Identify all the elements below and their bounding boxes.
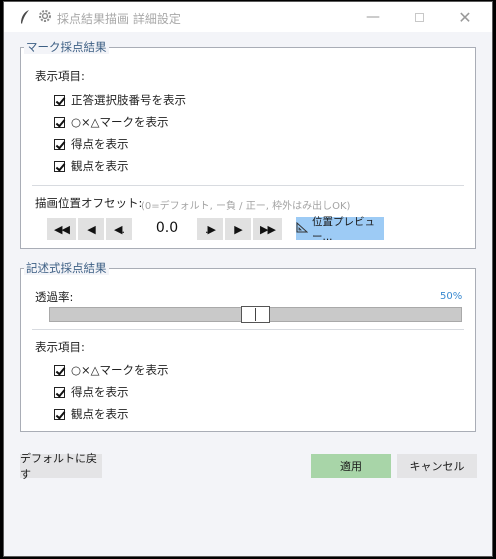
position-preview-button[interactable]: 位置プレビュー... bbox=[296, 216, 384, 243]
apply-button-label: 適用 bbox=[340, 460, 362, 473]
settings-window: 採点結果描画 詳細設定 — ✕ マーク採点結果 表示項目: 正答選択肢番号を表示… bbox=[3, 1, 493, 557]
offset-fine-forward-button[interactable]: .▶ bbox=[197, 218, 223, 240]
checkbox-show-answer-number[interactable]: 正答選択肢番号を表示 bbox=[54, 92, 186, 108]
cancel-button[interactable]: キャンセル bbox=[397, 454, 477, 478]
feather-icon bbox=[19, 9, 31, 28]
cancel-button-label: キャンセル bbox=[409, 460, 465, 473]
offset-forward-button[interactable]: ▶ bbox=[225, 218, 251, 240]
small-left-arrow-icon: ◀. bbox=[114, 222, 125, 236]
checkbox-box[interactable] bbox=[54, 364, 65, 376]
checkbox-label: 得点を表示 bbox=[71, 385, 129, 399]
preview-button-label: 位置プレビュー... bbox=[312, 215, 375, 243]
divider bbox=[32, 185, 464, 186]
transparency-percent: 50% bbox=[440, 291, 463, 302]
double-right-arrow-icon: ▶▶ bbox=[260, 222, 276, 236]
checkbox-written-show-mark[interactable]: ○×△マークを表示 bbox=[54, 362, 169, 378]
apply-button[interactable]: 適用 bbox=[311, 454, 391, 478]
written-display-label: 表示項目: bbox=[35, 340, 85, 354]
checkbox-box[interactable] bbox=[54, 138, 65, 150]
checkbox-label: 観点を表示 bbox=[71, 159, 129, 173]
maximize-button[interactable] bbox=[396, 2, 442, 32]
divider bbox=[32, 329, 464, 330]
title-bar: 採点結果描画 詳細設定 — ✕ bbox=[4, 2, 492, 32]
checkbox-label: 正答選択肢番号を表示 bbox=[71, 93, 186, 107]
checkbox-box[interactable] bbox=[54, 116, 65, 128]
checkbox-label: ○×△マークを表示 bbox=[71, 115, 169, 129]
minimize-icon: — bbox=[366, 9, 380, 25]
transparency-slider-thumb[interactable] bbox=[241, 306, 270, 323]
reset-default-button[interactable]: デフォルトに戻す bbox=[20, 452, 102, 481]
checkbox-written-show-score[interactable]: 得点を表示 bbox=[54, 384, 129, 400]
left-arrow-icon: ◀ bbox=[87, 222, 96, 236]
small-right-arrow-icon: .▶ bbox=[205, 222, 216, 236]
written-group-title: 記述式採点結果 bbox=[24, 261, 109, 275]
checkbox-show-score[interactable]: 得点を表示 bbox=[54, 136, 129, 152]
mark-group-title: マーク採点結果 bbox=[24, 40, 109, 54]
checkbox-label: ○×△マークを表示 bbox=[71, 363, 169, 377]
double-left-arrow-icon: ◀◀ bbox=[54, 222, 70, 236]
offset-fast-forward-button[interactable]: ▶▶ bbox=[253, 218, 282, 240]
gear-icon bbox=[38, 9, 52, 26]
window-title: 採点結果描画 詳細設定 bbox=[57, 12, 181, 26]
offset-back-button[interactable]: ◀ bbox=[78, 218, 104, 240]
checkbox-box[interactable] bbox=[54, 408, 65, 420]
checkbox-box[interactable] bbox=[54, 94, 65, 106]
maximize-icon bbox=[414, 12, 424, 22]
minimize-button[interactable]: — bbox=[350, 2, 396, 32]
offset-label: 描画位置オフセット: bbox=[35, 196, 143, 210]
offset-value: 0.0 bbox=[155, 220, 179, 236]
checkbox-box[interactable] bbox=[54, 386, 65, 398]
right-arrow-icon: ▶ bbox=[234, 222, 243, 236]
close-button[interactable]: ✕ bbox=[442, 2, 488, 32]
offset-fine-back-button[interactable]: ◀. bbox=[106, 218, 132, 240]
offset-fast-back-button[interactable]: ◀◀ bbox=[47, 218, 76, 240]
offset-hint: (0=デフォルト, ー負 / 正ー, 枠外はみ出しOK) bbox=[141, 201, 351, 212]
transparency-label: 透過率: bbox=[35, 290, 74, 304]
checkbox-box[interactable] bbox=[54, 160, 65, 172]
mark-display-label: 表示項目: bbox=[35, 69, 85, 83]
close-icon: ✕ bbox=[458, 7, 472, 27]
triangle-ruler-icon bbox=[296, 221, 309, 236]
checkbox-label: 観点を表示 bbox=[71, 407, 129, 421]
checkbox-written-show-viewpoint[interactable]: 観点を表示 bbox=[54, 406, 129, 422]
checkbox-show-viewpoint[interactable]: 観点を表示 bbox=[54, 158, 129, 174]
checkbox-label: 得点を表示 bbox=[71, 137, 129, 151]
reset-button-label: デフォルトに戻す bbox=[20, 452, 97, 481]
checkbox-show-mark[interactable]: ○×△マークを表示 bbox=[54, 114, 169, 130]
